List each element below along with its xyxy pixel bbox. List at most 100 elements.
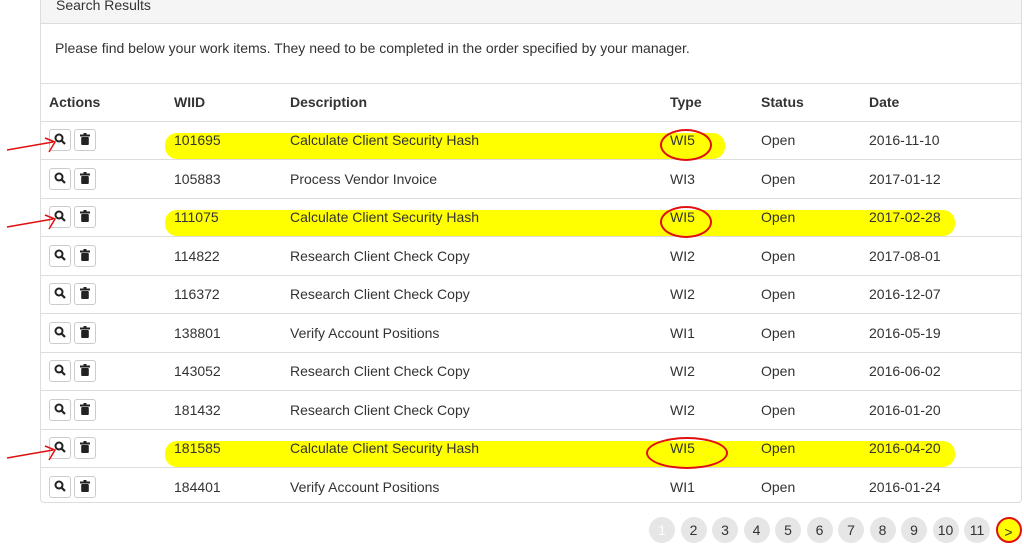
- table-row: 138801 Verify Account Positions WI1 Open…: [41, 313, 1021, 353]
- wiid: 111075: [174, 209, 219, 226]
- view-button[interactable]: [49, 360, 71, 383]
- page-4[interactable]: 4: [743, 517, 770, 543]
- search-icon: [54, 286, 66, 302]
- table-row: 116372 Research Client Check Copy WI2 Op…: [41, 275, 1021, 314]
- type: WI2: [670, 247, 695, 264]
- type: WI1: [670, 479, 695, 495]
- table-row: 114822 Research Client Check Copy WI2 Op…: [41, 236, 1021, 276]
- description: Calculate Client Security Hash: [290, 440, 480, 457]
- description: Calculate Client Security Hash: [290, 209, 480, 226]
- wiid: 181432: [174, 401, 221, 418]
- type: WI2: [670, 401, 695, 418]
- delete-button[interactable]: [74, 398, 96, 421]
- trash-icon: [80, 132, 90, 148]
- wiid: 184401: [174, 479, 221, 495]
- delete-button[interactable]: [74, 129, 96, 152]
- col-actions: Actions: [41, 84, 166, 122]
- wiid: 181585: [174, 440, 221, 457]
- delete-button[interactable]: [74, 206, 96, 229]
- intro-text: Please find below your work items. They …: [41, 24, 1021, 84]
- delete-button[interactable]: [74, 321, 96, 344]
- highlight-mark: [165, 210, 955, 236]
- wiid: 116372: [174, 286, 220, 303]
- search-icon: [54, 325, 66, 341]
- date: 2016-01-24: [869, 479, 941, 495]
- table-row: 184401 Verify Account Positions WI1 Open…: [41, 468, 1021, 507]
- type: WI3: [670, 170, 695, 187]
- date: 2017-02-28: [869, 209, 941, 226]
- col-date: Date: [861, 84, 1021, 122]
- view-button[interactable]: [49, 244, 71, 267]
- status: Open: [761, 324, 796, 341]
- wiid: 138801: [174, 324, 221, 341]
- search-results-panel: Search Results Please find below your wo…: [40, 0, 1022, 503]
- delete-button[interactable]: [74, 283, 96, 306]
- page-1[interactable]: 1: [649, 517, 675, 543]
- page-3[interactable]: 3: [712, 517, 738, 543]
- status: Open: [761, 286, 796, 303]
- date: 2016-11-10: [869, 132, 940, 149]
- page-7[interactable]: 7: [838, 517, 864, 543]
- search-icon: [54, 479, 66, 495]
- search-icon: [54, 402, 66, 418]
- description: Research Client Check Copy: [290, 286, 470, 303]
- status: Open: [761, 209, 796, 226]
- trash-icon: [80, 171, 90, 187]
- view-button[interactable]: [49, 321, 71, 344]
- trash-icon: [80, 209, 90, 225]
- wiid: 114822: [174, 247, 220, 264]
- annotation-arrow: [5, 134, 60, 161]
- page-6[interactable]: 6: [806, 517, 833, 543]
- delete-button[interactable]: [74, 244, 96, 267]
- search-icon: [54, 248, 66, 264]
- trash-icon: [80, 479, 90, 495]
- date: 2017-01-12: [869, 170, 941, 187]
- description: Research Client Check Copy: [290, 247, 470, 264]
- page-8[interactable]: 8: [869, 517, 896, 543]
- page-5[interactable]: 5: [775, 517, 801, 543]
- trash-icon: [80, 440, 90, 456]
- table-row: 181432 Research Client Check Copy WI2 Op…: [41, 390, 1021, 430]
- description: Research Client Check Copy: [290, 401, 470, 418]
- page-9[interactable]: 9: [901, 517, 927, 543]
- table-row: 143052 Research Client Check Copy WI2 Op…: [41, 352, 1021, 391]
- status: Open: [761, 401, 796, 418]
- col-status: Status: [753, 84, 861, 122]
- delete-button[interactable]: [74, 476, 96, 498]
- description: Calculate Client Security Hash: [290, 132, 480, 149]
- view-button[interactable]: [49, 398, 71, 421]
- view-button[interactable]: [49, 167, 71, 190]
- description: Verify Account Positions: [290, 479, 440, 495]
- description: Research Client Check Copy: [290, 363, 470, 380]
- highlight-mark: [165, 441, 955, 467]
- delete-button[interactable]: [74, 360, 96, 383]
- trash-icon: [80, 363, 90, 379]
- status: Open: [761, 170, 796, 187]
- annotation-circle: [660, 129, 712, 161]
- next-page-button[interactable]: >: [995, 517, 1022, 543]
- date: 2016-12-07: [869, 286, 941, 303]
- table-row: 105883 Process Vendor Invoice WI3 Open 2…: [41, 159, 1021, 199]
- page-10[interactable]: 10: [932, 517, 959, 543]
- view-button[interactable]: [49, 476, 71, 498]
- col-type: Type: [662, 84, 753, 122]
- page-2[interactable]: 2: [680, 517, 707, 543]
- trash-icon: [80, 286, 90, 302]
- status: Open: [761, 363, 796, 380]
- delete-button[interactable]: [74, 437, 96, 460]
- search-icon: [54, 171, 66, 187]
- trash-icon: [80, 402, 90, 418]
- delete-button[interactable]: [74, 167, 96, 190]
- page-11[interactable]: 11: [964, 517, 990, 543]
- description: Verify Account Positions: [290, 324, 440, 341]
- search-icon: [54, 363, 66, 379]
- annotation-circle: [646, 437, 728, 469]
- view-button[interactable]: [49, 283, 71, 306]
- date: 2016-01-20: [869, 401, 941, 418]
- col-description: Description: [282, 84, 662, 122]
- status: Open: [761, 247, 796, 264]
- pagination: 1 2 3 4 5 6 7 8 9 10 11 >: [649, 517, 1022, 543]
- trash-icon: [80, 248, 90, 264]
- description: Process Vendor Invoice: [290, 170, 438, 187]
- date: 2017-08-01: [869, 247, 941, 264]
